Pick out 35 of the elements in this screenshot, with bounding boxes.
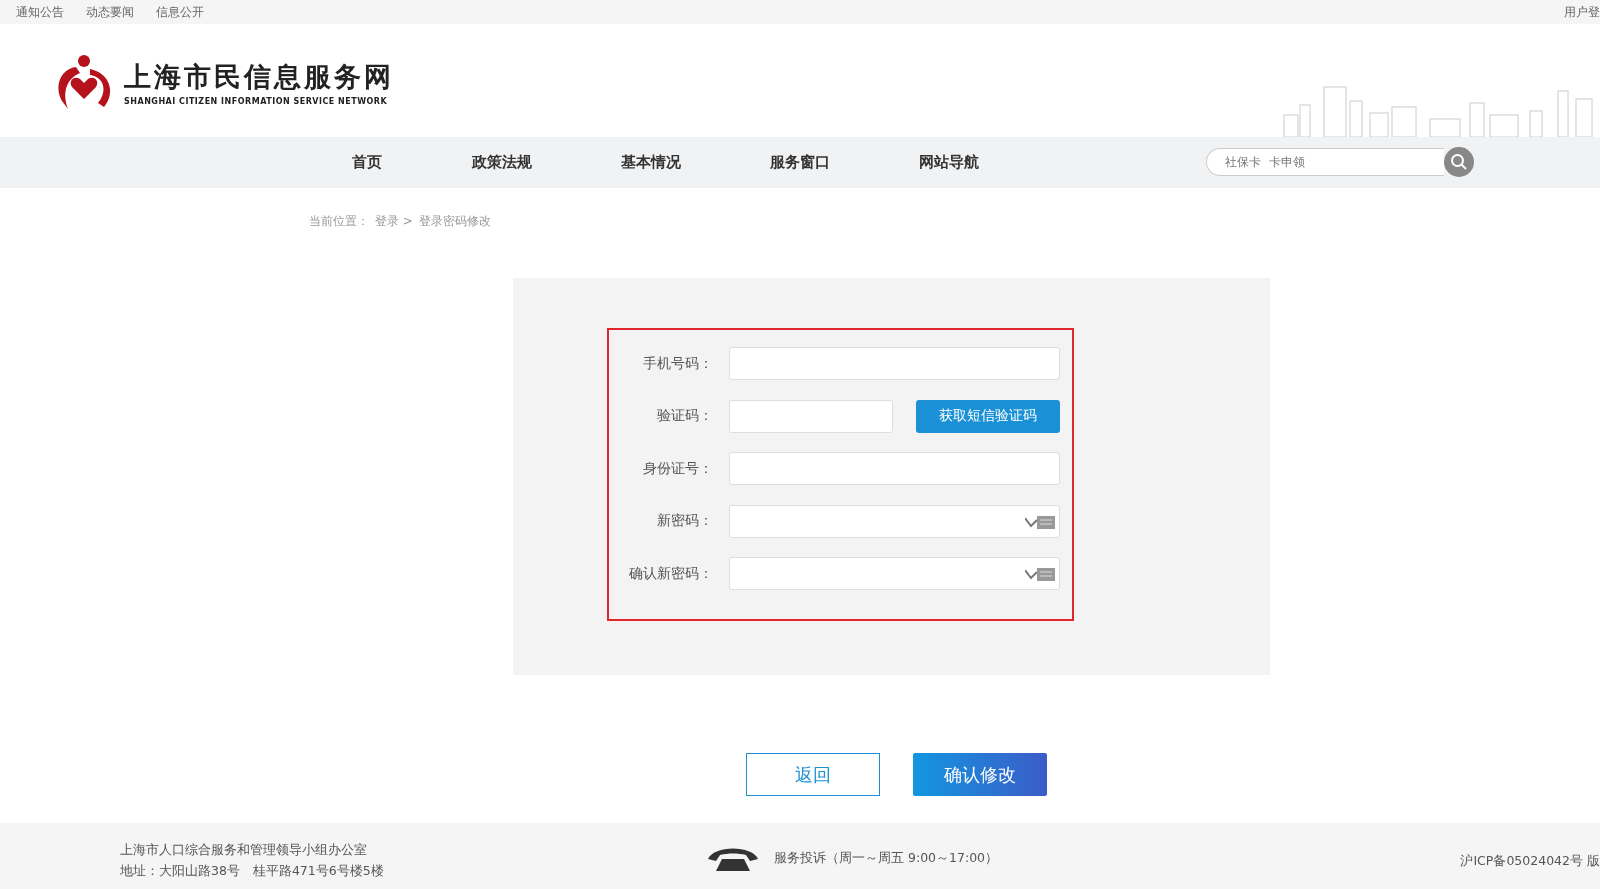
keyboard-icon[interactable]	[1025, 513, 1055, 530]
nav-item[interactable]: 网站导航	[919, 153, 1068, 172]
breadcrumb-link[interactable]: 登录 >	[375, 213, 413, 230]
field-label: 验证码：	[656, 407, 713, 425]
back-button[interactable]: 返回	[746, 753, 880, 796]
input-field[interactable]	[729, 399, 893, 433]
login-link[interactable]: 用户登	[1564, 3, 1600, 21]
field-label: 手机号码：	[642, 354, 713, 373]
nav-item[interactable]: 政策法规	[472, 153, 621, 172]
search-icon[interactable]	[1444, 147, 1474, 177]
nav-item[interactable]: 服务窗口	[770, 153, 919, 172]
field-label: 确认新密码：	[628, 564, 713, 583]
footer-text: 上海市人口综合服务和管理领导小组办公室	[120, 841, 368, 859]
password-field[interactable]	[729, 557, 1060, 590]
input-field[interactable]	[729, 452, 1060, 485]
hotline-text: 服务投诉（周一～周五 9:00～17:00）	[774, 849, 999, 867]
site-subtitle: SHANGHAI CITIZEN INFORMATION SERVICE NETWORK	[124, 96, 389, 106]
site-title: 上海市民信息服务网	[124, 59, 394, 94]
address-text: 地址：大阳山路38号 桂平路471号6号楼5楼	[120, 862, 385, 880]
top-link[interactable]: 信息公开	[156, 3, 204, 21]
nav-item[interactable]: 首页	[352, 153, 472, 172]
search-field[interactable]: 社保卡 卡申领	[1206, 148, 1444, 176]
breadcrumb-label: 当前位置：	[309, 213, 369, 230]
input-field[interactable]	[729, 347, 1060, 380]
confirm-button[interactable]: 确认修改	[913, 753, 1047, 796]
breadcrumb-link[interactable]: 登录密码修改	[418, 213, 491, 230]
icp-text: 沪ICP备05024042号 版	[1460, 853, 1600, 870]
sms-code-button[interactable]: 获取短信验证码	[916, 399, 1060, 433]
field-label: 新密码：	[656, 512, 713, 530]
top-link[interactable]: 动态要闻	[86, 3, 134, 21]
nav-item[interactable]: 基本情况	[621, 153, 770, 172]
top-link[interactable]: 通知公告	[16, 3, 64, 21]
password-field[interactable]	[729, 504, 1060, 538]
field-label: 身份证号：	[642, 459, 713, 478]
keyboard-icon[interactable]	[1025, 566, 1055, 582]
